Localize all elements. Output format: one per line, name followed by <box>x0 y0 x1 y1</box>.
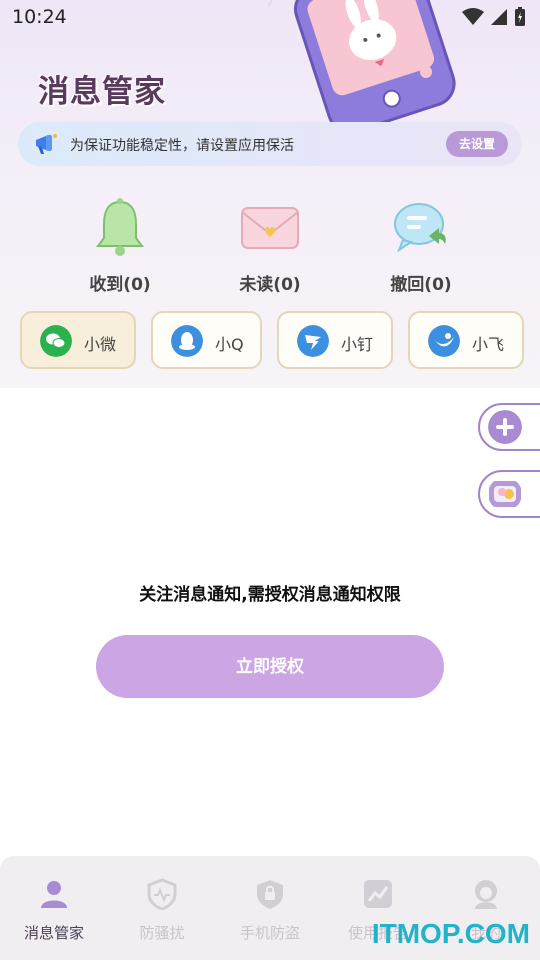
chart-icon <box>364 880 392 908</box>
stat-recalled-label: 撤回(0) <box>390 275 452 295</box>
tab-wechat[interactable]: 小微 <box>20 311 136 369</box>
stat-recalled[interactable]: 撤回(0) <box>361 196 481 295</box>
avatar-icon <box>475 880 497 909</box>
megaphone-icon <box>36 134 57 154</box>
bell-icon <box>96 198 144 256</box>
wechat-icon <box>40 325 72 357</box>
page-title: 消息管家 <box>38 74 166 110</box>
nav-anti-theft[interactable]: 手机防盗 <box>220 878 320 943</box>
tab-feishu-label: 小飞 <box>472 335 505 354</box>
battery-icon <box>515 7 525 26</box>
permission-notice: 关注消息通知,需授权消息通知权限 <box>139 585 401 605</box>
dingtalk-icon <box>297 325 329 357</box>
stat-unread[interactable]: 未读(0) <box>210 196 330 295</box>
nav-anti-harassment[interactable]: 防骚扰 <box>112 878 212 943</box>
person-icon <box>41 881 67 908</box>
tab-qq[interactable]: 小Q <box>151 311 262 369</box>
nav-message-manager[interactable]: 消息管家 <box>4 878 104 943</box>
stat-received[interactable]: 收到(0) <box>60 196 180 295</box>
tab-dingtalk[interactable]: 小钉 <box>277 311 393 369</box>
plus-icon <box>488 410 522 444</box>
signal-icon <box>491 9 507 25</box>
tip-banner[interactable]: 为保证功能稳定性，请设置应用保活 去设置 <box>18 122 522 166</box>
stat-unread-label: 未读(0) <box>239 275 301 295</box>
feishu-icon <box>428 325 460 357</box>
nav-anti-harassment-label: 防骚扰 <box>139 924 185 942</box>
status-time: 10:24 <box>12 6 67 28</box>
nav-anti-theft-label: 手机防盗 <box>239 924 300 942</box>
tab-dingtalk-label: 小钉 <box>341 335 374 354</box>
tip-text: 为保证功能稳定性，请设置应用保活 <box>70 138 294 154</box>
gallery-float-button[interactable] <box>478 470 540 518</box>
tab-qq-label: 小Q <box>215 335 244 354</box>
qq-icon <box>171 325 203 357</box>
shield-lock-icon <box>257 880 283 909</box>
recall-bubble-icon <box>394 203 446 253</box>
watermark: ITMOP.COM <box>371 918 530 949</box>
nav-message-manager-label: 消息管家 <box>23 924 84 942</box>
tab-feishu[interactable]: 小飞 <box>408 311 524 369</box>
add-float-button[interactable] <box>478 403 540 451</box>
gallery-icon <box>489 481 521 507</box>
go-settings-button[interactable]: 去设置 <box>446 131 508 157</box>
phone-illustration <box>268 0 456 130</box>
stat-received-label: 收到(0) <box>89 275 151 295</box>
authorize-button[interactable]: 立即授权 <box>96 635 444 698</box>
envelope-icon <box>241 207 299 249</box>
tab-wechat-label: 小微 <box>84 335 117 354</box>
shield-pulse-icon <box>147 878 177 911</box>
